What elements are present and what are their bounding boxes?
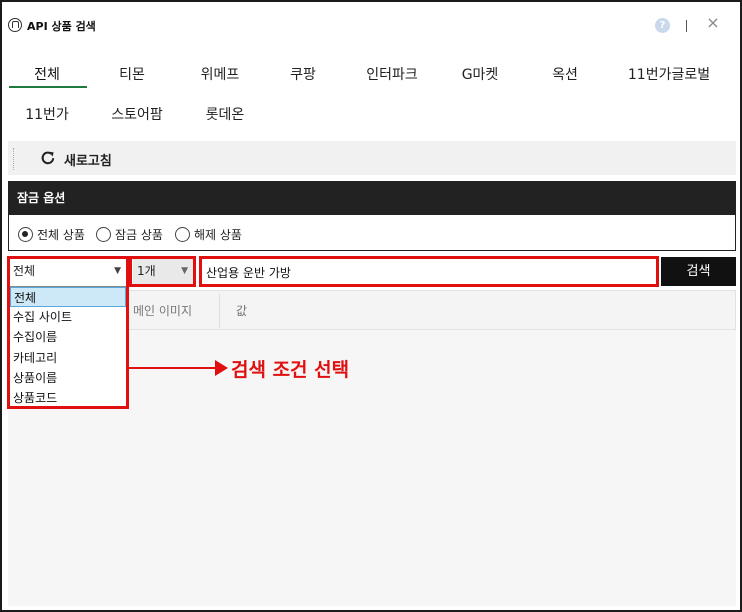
search-button[interactable]: 검색 — [661, 257, 736, 286]
column-main-image[interactable]: 메인 이미지 — [133, 302, 192, 319]
chevron-down-icon: ▼ — [114, 266, 121, 276]
app-logo-icon — [8, 18, 22, 32]
radio-button[interactable] — [96, 226, 111, 242]
tab-storefarm[interactable]: 스토어팜 — [103, 105, 171, 127]
arrow-right-icon — [215, 360, 228, 376]
refresh-button[interactable]: 새로고침 — [64, 150, 112, 169]
dropdown-option[interactable]: 카테고리 — [10, 348, 126, 368]
search-field-value: 전체 — [13, 264, 36, 278]
radio-button[interactable] — [18, 226, 33, 242]
search-field-dropdown: 전체 수집 사이트 수집이름 카테고리 상품이름 상품코드 — [9, 286, 127, 407]
active-tab-indicator — [9, 86, 87, 88]
app-title: API 상품 검색 — [27, 20, 96, 33]
dropdown-option[interactable]: 상품코드 — [10, 388, 126, 408]
radio-all-products[interactable]: 전체 상품 — [18, 225, 85, 243]
help-icon[interactable]: ? — [655, 18, 670, 33]
annotation-arrow-line — [127, 367, 221, 369]
radio-unlocked-products[interactable]: 해제 상품 — [175, 225, 242, 243]
tab-wemakeprice[interactable]: 위메프 — [190, 65, 250, 87]
tab-auction[interactable]: 옥션 — [541, 65, 589, 87]
dropdown-option[interactable]: 수집 사이트 — [10, 307, 126, 327]
chevron-down-icon: ▼ — [181, 266, 188, 276]
radio-label: 해제 상품 — [194, 227, 242, 242]
tab-11st[interactable]: 11번가 — [18, 105, 76, 127]
column-value[interactable]: 값 — [236, 302, 247, 319]
tab-tmon[interactable]: 티몬 — [107, 65, 157, 87]
toolbar-grip — [13, 148, 14, 170]
tab-11st-global[interactable]: 11번가글로벌 — [618, 65, 720, 87]
refresh-icon[interactable] — [40, 150, 56, 166]
search-input[interactable] — [203, 259, 656, 285]
title-bar: API 상품 검색 ? × — [0, 0, 738, 48]
tab-coupang[interactable]: 쿠팡 — [279, 65, 327, 87]
annotation-label: 검색 조건 선택 — [231, 359, 350, 381]
dropdown-option[interactable]: 상품이름 — [10, 368, 126, 388]
tab-interpark[interactable]: 인터파크 — [356, 65, 428, 87]
title-separator — [686, 20, 687, 32]
close-icon[interactable]: × — [705, 14, 721, 32]
result-count-select[interactable]: 1개 ▼ — [133, 259, 193, 285]
result-count-value: 1개 — [137, 264, 156, 278]
tab-all[interactable]: 전체 — [18, 65, 76, 87]
dropdown-option[interactable]: 전체 — [10, 287, 126, 308]
search-field-select[interactable]: 전체 ▼ — [9, 259, 127, 285]
radio-label: 잠금 상품 — [115, 227, 163, 242]
radio-button[interactable] — [175, 226, 190, 242]
radio-label: 전체 상품 — [37, 227, 85, 242]
radio-locked-products[interactable]: 잠금 상품 — [96, 225, 163, 243]
tab-gmarket[interactable]: G마켓 — [452, 65, 508, 87]
column-divider — [219, 294, 220, 328]
lock-options-header: 잠금 옵션 — [8, 181, 736, 215]
dropdown-option[interactable]: 수집이름 — [10, 327, 126, 347]
tab-lotteon[interactable]: 롯데온 — [197, 105, 253, 127]
toolbar — [8, 141, 736, 175]
